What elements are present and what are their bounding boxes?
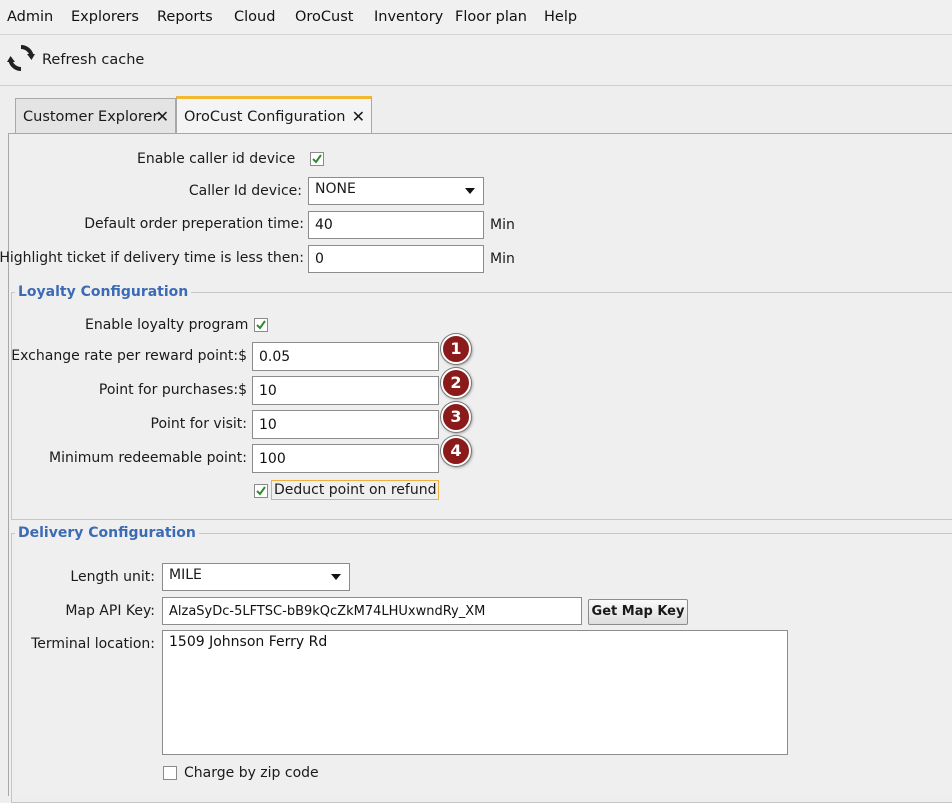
annotation-badge-2: 2 (441, 368, 471, 398)
menu-admin[interactable]: Admin (7, 9, 53, 25)
close-icon[interactable]: ✕ (352, 107, 365, 126)
tab-label: OroCust Configuration (184, 108, 346, 125)
menu-explorers[interactable]: Explorers (71, 9, 139, 25)
point-visit-label: Point for visit: (150, 416, 247, 432)
deduct-point-checkbox[interactable] (254, 484, 268, 498)
enable-caller-id-checkbox[interactable] (310, 152, 324, 166)
menu-reports[interactable]: Reports (157, 9, 213, 25)
terminal-location-textarea[interactable]: 1509 Johnson Ferry Rd (162, 630, 788, 755)
delivery-group-title: Delivery Configuration (15, 525, 199, 541)
caller-id-device-value: NONE (315, 181, 356, 197)
highlight-ticket-unit: Min (490, 251, 515, 267)
menu-cloud[interactable]: Cloud (234, 9, 275, 25)
charge-by-zip-checkbox[interactable] (163, 766, 177, 780)
point-purchases-input[interactable] (252, 376, 439, 405)
refresh-cache-label: Refresh cache (42, 52, 145, 68)
prep-time-input[interactable] (308, 211, 484, 239)
menu-orocust[interactable]: OroCust (295, 9, 353, 25)
get-map-key-button[interactable]: Get Map Key (588, 599, 688, 625)
length-unit-value: MILE (169, 567, 202, 583)
chevron-down-icon (331, 574, 341, 580)
toolbar: Refresh cache (0, 35, 952, 86)
highlight-ticket-input[interactable] (308, 245, 484, 273)
tab-label: Customer Explorer (23, 108, 159, 125)
deduct-point-label[interactable]: Deduct point on refund (271, 480, 440, 500)
terminal-location-label: Terminal location: (31, 636, 155, 652)
tab-orocust-configuration[interactable]: OroCust Configuration ✕ (176, 96, 372, 134)
length-unit-label: Length unit: (70, 569, 155, 585)
menu-help[interactable]: Help (544, 9, 577, 25)
menu-floor-plan[interactable]: Floor plan (455, 9, 527, 25)
enable-caller-id-label: Enable caller id device (137, 151, 296, 167)
caller-id-device-select[interactable]: NONE (308, 177, 484, 205)
charge-by-zip-label: Charge by zip code (184, 765, 319, 781)
refresh-icon (6, 43, 36, 77)
length-unit-select[interactable]: MILE (162, 563, 350, 591)
check-icon (256, 320, 266, 330)
check-icon (256, 486, 266, 496)
close-icon[interactable]: ✕ (156, 107, 169, 126)
highlight-ticket-label: Highlight ticket if delivery time is les… (0, 250, 304, 266)
menu-inventory[interactable]: Inventory (374, 9, 443, 25)
tab-customer-explorer[interactable]: Customer Explorer ✕ (15, 98, 176, 134)
min-redeemable-label: Minimum redeemable point: (49, 450, 247, 466)
refresh-cache-button[interactable]: Refresh cache (6, 43, 144, 77)
exchange-rate-input[interactable] (252, 342, 439, 371)
prep-time-unit: Min (490, 217, 515, 233)
point-visit-input[interactable] (252, 410, 439, 439)
chevron-down-icon (465, 188, 475, 194)
point-purchases-label: Point for purchases:$ (98, 382, 247, 398)
caller-id-device-label: Caller Id device: (188, 183, 302, 199)
enable-loyalty-checkbox[interactable] (254, 318, 268, 332)
loyalty-group-title: Loyalty Configuration (15, 284, 192, 300)
exchange-rate-label: Exchange rate per reward point:$ (11, 348, 247, 364)
map-api-key-input[interactable] (162, 597, 582, 625)
prep-time-label: Default order preperation time: (84, 216, 304, 232)
min-redeemable-input[interactable] (252, 444, 439, 473)
annotation-badge-3: 3 (441, 402, 471, 432)
check-icon (312, 154, 322, 164)
menu-bar: Admin Explorers Reports Cloud OroCust In… (0, 0, 952, 35)
annotation-badge-1: 1 (441, 334, 471, 364)
enable-loyalty-label: Enable loyalty program (85, 317, 249, 333)
annotation-badge-4: 4 (441, 436, 471, 466)
map-api-key-label: Map API Key: (65, 603, 155, 619)
